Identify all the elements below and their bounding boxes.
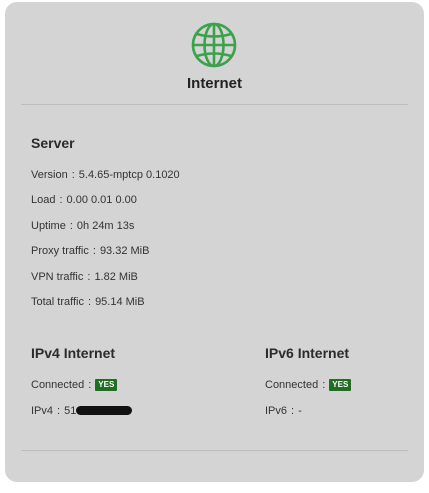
load-label: Load <box>31 194 56 206</box>
server-proxy-traffic-row: Proxy traffic:93.32 MiB <box>31 245 150 257</box>
server-section-title: Server <box>31 135 75 151</box>
ipv4-section-title: IPv4 Internet <box>31 345 116 361</box>
proxy-traffic-value: 93.32 MiB <box>99 245 150 257</box>
vpn-traffic-label: VPN traffic <box>31 271 84 283</box>
ipv6-address-value: - <box>298 405 302 417</box>
ipv4-address-row: IPv4:51 <box>31 405 133 417</box>
server-uptime-row: Uptime:0h 24m 13s <box>31 220 135 232</box>
proxy-traffic-label: Proxy traffic <box>31 245 89 257</box>
total-traffic-value: 95.14 MiB <box>95 296 145 308</box>
internet-status-card: Internet Server Version:5.4.65-mptcp 0.1… <box>5 2 424 482</box>
load-value: 0.00 0.01 0.00 <box>66 194 137 206</box>
globe-icon <box>191 22 237 68</box>
ipv4-connected-label: Connected <box>31 379 85 391</box>
ipv4-status-badge: YES <box>95 379 118 391</box>
ipv6-connected-label: Connected <box>265 379 319 391</box>
ipv6-connected-row: Connected: YES <box>265 379 352 391</box>
vpn-traffic-value: 1.82 MiB <box>94 271 138 283</box>
ipv4-address-label: IPv4 <box>31 405 54 417</box>
uptime-value: 0h 24m 13s <box>76 220 135 232</box>
ipv4-address-value: 51 <box>64 405 77 417</box>
bottom-divider <box>21 450 408 451</box>
redaction-mark <box>76 406 133 415</box>
ipv6-address-row: IPv6: - <box>265 405 302 417</box>
server-total-traffic-row: Total traffic:95.14 MiB <box>31 296 145 308</box>
total-traffic-label: Total traffic <box>31 296 84 308</box>
divider <box>21 104 408 105</box>
server-version-row: Version:5.4.65-mptcp 0.1020 <box>31 169 180 181</box>
version-value: 5.4.65-mptcp 0.1020 <box>78 169 180 181</box>
version-label: Version <box>31 169 68 181</box>
server-load-row: Load:0.00 0.01 0.00 <box>31 194 137 206</box>
page-title: Internet <box>186 75 242 92</box>
ipv4-connected-row: Connected: YES <box>31 379 118 391</box>
uptime-label: Uptime <box>31 220 66 232</box>
server-vpn-traffic-row: VPN traffic:1.82 MiB <box>31 271 138 283</box>
ipv6-address-label: IPv6 <box>265 405 288 417</box>
ipv6-section-title: IPv6 Internet <box>265 345 350 361</box>
ipv6-status-badge: YES <box>329 379 352 391</box>
